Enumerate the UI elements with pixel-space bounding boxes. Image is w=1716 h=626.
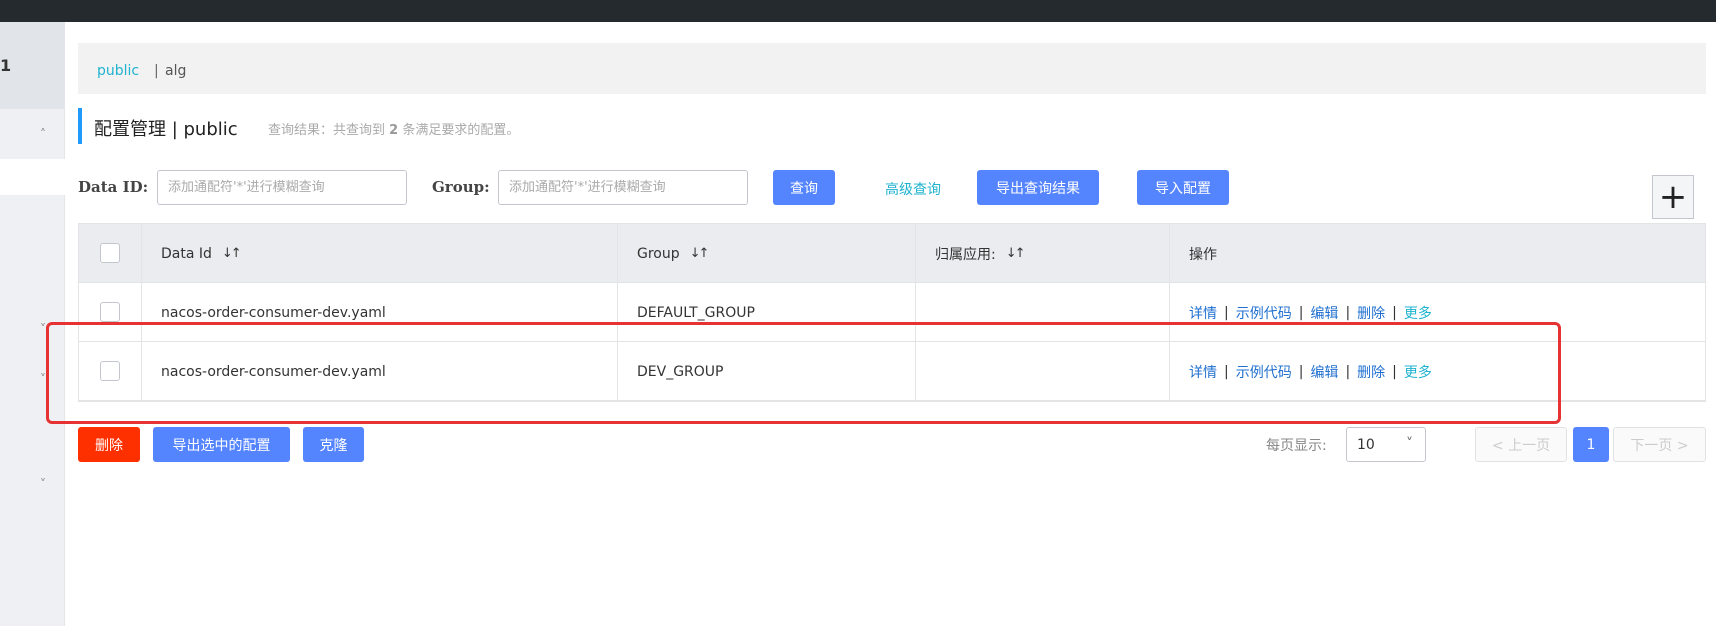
chevron-down-icon: ˅ [1406,436,1413,452]
delete-link[interactable]: 删除 [1357,362,1385,382]
config-table: Data Id ↓↑ Group ↓↑ 归属应用: ↓↑ 操作 nacos-order… [78,223,1706,402]
title-accent [78,108,82,144]
row-data-id: nacos-order-consumer-dev.yaml [161,363,386,380]
sort-icon[interactable]: ↓↑ [1006,246,1026,261]
namespace-separator: | [154,63,159,79]
delete-button[interactable]: 删除 [78,427,140,462]
row-actions: 详情 | 示例代码 | 编辑 | 删除 | 更多 [1189,362,1432,382]
more-link[interactable]: 更多 [1404,362,1432,382]
import-config-button[interactable]: 导入配置 [1137,170,1229,205]
result-summary: 查询结果：共查询到 2 条满足要求的配置。 [268,123,520,138]
data-id-input[interactable] [157,170,407,205]
page-size-value: 10 [1357,437,1375,453]
table-row: nacos-order-consumer-dev.yaml DEFAULT_GR… [79,283,1705,342]
header-data-id: Data Id ↓↑ [161,245,242,262]
edit-link[interactable]: 编辑 [1310,362,1338,382]
chevron-up-icon[interactable]: ˄ [40,127,46,141]
column-divider [141,224,142,401]
sample-code-link[interactable]: 示例代码 [1236,303,1292,323]
chevron-down-icon[interactable]: ˅ [40,322,46,336]
top-bar [0,0,1716,22]
sort-icon[interactable]: ↓↑ [222,246,242,261]
next-page-button[interactable]: 下一页 > [1613,427,1706,462]
page-size-select[interactable]: 10 ˅ [1346,427,1426,462]
table-row: nacos-order-consumer-dev.yaml DEV_GROUP … [79,342,1705,401]
edit-link[interactable]: 编辑 [1310,303,1338,323]
advanced-query-link[interactable]: 高级查询 [885,179,941,199]
group-input[interactable] [498,170,748,205]
chevron-down-icon[interactable]: ˅ [40,372,46,386]
row-actions: 详情 | 示例代码 | 编辑 | 删除 | 更多 [1189,303,1432,323]
sidebar-item-selected[interactable] [0,159,65,195]
page-title: 配置管理 | public [94,119,238,140]
page-1-button[interactable]: 1 [1573,427,1609,462]
plus-icon[interactable]: + [1652,175,1694,219]
sort-icon[interactable]: ↓↑ [690,246,710,261]
row-group: DEFAULT_GROUP [637,304,755,321]
data-id-label: Data ID: [78,178,149,196]
namespace-public[interactable]: public [97,63,139,79]
prev-page-button[interactable]: < 上一页 [1475,427,1567,462]
namespace-alg[interactable]: alg [165,63,186,79]
delete-link[interactable]: 删除 [1357,303,1385,323]
namespace-bar: public | alg [78,43,1706,94]
header-app: 归属应用: ↓↑ [935,246,1026,263]
row-checkbox[interactable] [100,361,120,381]
header-group: Group ↓↑ [637,245,710,262]
header-ops: 操作 [1189,246,1217,263]
export-results-button[interactable]: 导出查询结果 [977,170,1099,205]
more-link[interactable]: 更多 [1404,303,1432,323]
sidebar-label: 1 [0,56,12,75]
page-size-label: 每页显示: [1266,438,1327,454]
table-header: Data Id ↓↑ Group ↓↑ 归属应用: ↓↑ 操作 [79,224,1705,283]
export-selected-button[interactable]: 导出选中的配置 [153,427,290,462]
column-divider [1169,224,1170,401]
select-all-checkbox[interactable] [100,243,120,263]
sidebar: 1 ˄ ˅ ˅ ˅ [0,22,65,626]
sample-code-link[interactable]: 示例代码 [1236,362,1292,382]
column-divider [617,224,618,401]
detail-link[interactable]: 详情 [1189,362,1217,382]
detail-link[interactable]: 详情 [1189,303,1217,323]
group-label: Group: [432,178,490,196]
row-group: DEV_GROUP [637,363,724,380]
column-divider [915,224,916,401]
row-checkbox[interactable] [100,302,120,322]
clone-button[interactable]: 克隆 [303,427,364,462]
row-data-id: nacos-order-consumer-dev.yaml [161,304,386,321]
chevron-down-icon[interactable]: ˅ [40,477,46,491]
query-button[interactable]: 查询 [773,170,835,205]
result-count: 2 [389,123,399,138]
